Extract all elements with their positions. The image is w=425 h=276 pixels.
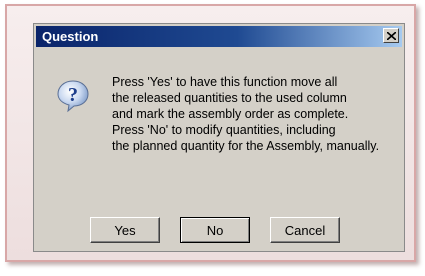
message-text: Press 'Yes' to have this function move a… (112, 74, 392, 154)
close-button[interactable] (383, 28, 399, 43)
question-icon: ? (57, 80, 89, 113)
dialog-title: Question (42, 29, 99, 44)
message-line: the released quantities to the used colu… (112, 91, 347, 105)
yes-button[interactable]: Yes (90, 217, 160, 243)
message-line: and mark the assembly order as complete. (112, 107, 349, 121)
highlight-frame: Question ? Press 'Yes' to have this func… (5, 4, 416, 262)
title-bar[interactable]: Question (36, 26, 402, 47)
message-line: the planned quantity for the Assembly, m… (112, 139, 380, 153)
no-button[interactable]: No (180, 217, 250, 243)
close-icon (387, 32, 396, 40)
cancel-button[interactable]: Cancel (270, 217, 340, 243)
message-line: Press 'No' to modify quantities, includi… (112, 123, 336, 137)
message-line: Press 'Yes' to have this function move a… (112, 75, 338, 89)
svg-text:?: ? (68, 84, 78, 106)
question-dialog: Question ? Press 'Yes' to have this func… (33, 23, 405, 252)
